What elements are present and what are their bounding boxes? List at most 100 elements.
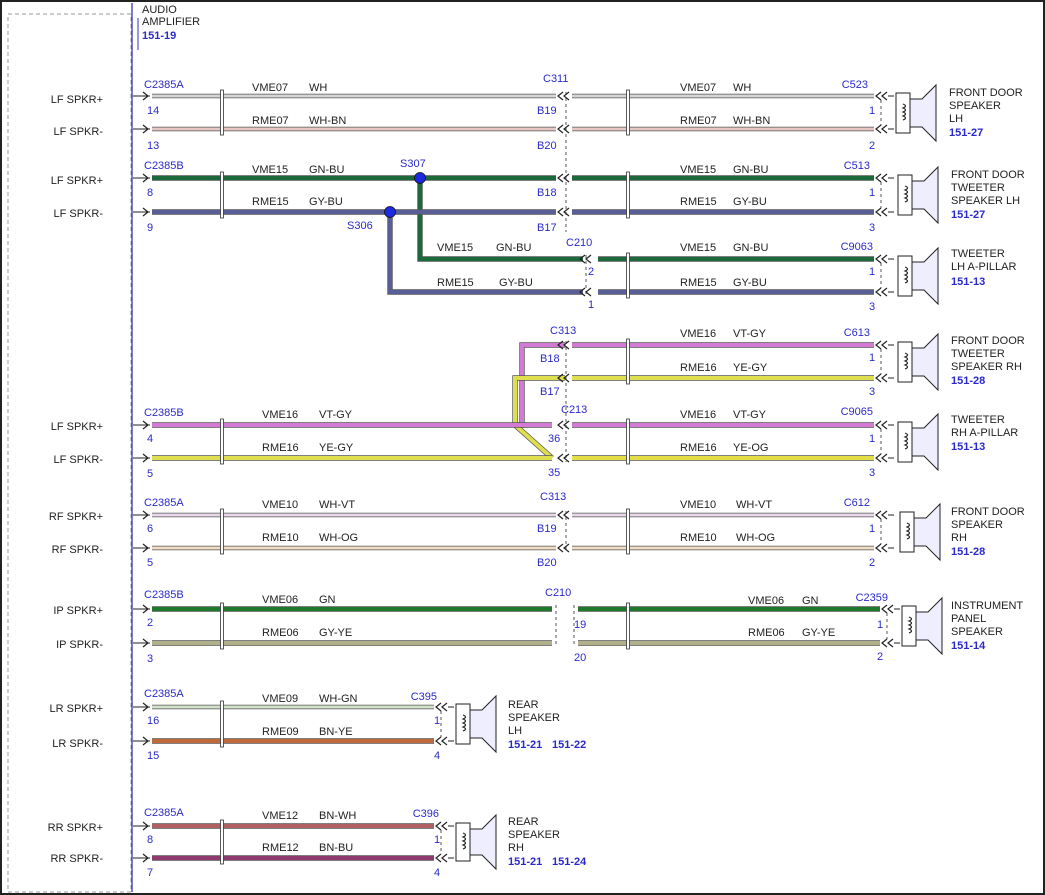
amplifier-ref: 151-19	[142, 30, 176, 42]
pin-number: 16	[147, 715, 159, 727]
wire-break-mark	[220, 171, 224, 219]
pin-number: 1	[869, 523, 875, 535]
pin-arrow	[435, 702, 442, 712]
pin-number: B20	[537, 557, 557, 569]
pin-arrow	[881, 287, 888, 297]
wire-color: VT-GY	[319, 409, 353, 421]
pin-arrow	[557, 124, 564, 134]
connector-label: C2385A	[144, 497, 184, 509]
pin-number: B19	[537, 105, 557, 117]
speaker-ref: 151-21	[508, 739, 542, 751]
wire-break-mark	[626, 338, 630, 385]
wire-circuit: RME10	[262, 532, 299, 544]
speaker-name: TWEETER	[951, 182, 1005, 194]
pin-arrow	[875, 124, 882, 134]
pin-number: 4	[434, 750, 440, 762]
pin-arrow	[881, 340, 888, 350]
pin-number: 19	[574, 619, 586, 631]
speaker-name: SPEAKER	[949, 100, 1001, 112]
speaker-cone	[915, 596, 943, 656]
pin-number: 2	[869, 557, 875, 569]
wire-color: WH	[733, 82, 751, 94]
pin-number: 20	[574, 652, 586, 664]
speaker-ref: 151-28	[951, 375, 985, 387]
speaker-box	[899, 511, 915, 553]
pin-label: LF SPKR+	[51, 94, 103, 106]
speaker-box	[897, 255, 913, 297]
wire-circuit: VME12	[262, 810, 298, 822]
pin-label: LF SPKR-	[53, 208, 103, 220]
pin-arrow	[881, 638, 888, 648]
wire-break-mark	[220, 418, 224, 465]
connector-label: C210	[566, 237, 592, 249]
wire-color: YE-OG	[733, 442, 768, 454]
pin-number: 1	[869, 266, 875, 278]
connector-label: C9065	[841, 406, 873, 418]
wire-color: WH-OG	[736, 532, 775, 544]
pin-number: 1	[869, 187, 875, 199]
pin-arrow	[881, 91, 888, 101]
wire-color: WH-VT	[319, 499, 355, 511]
speaker-name: INSTRUMENT	[951, 600, 1023, 612]
connector-label: C9063	[841, 241, 873, 253]
pin-number: 3	[869, 301, 875, 313]
wire-color: BN-WH	[319, 810, 356, 822]
pin-number: 1	[869, 105, 875, 117]
speaker-cone	[913, 502, 941, 562]
connector-label: C612	[844, 497, 870, 509]
pin-number: 9	[147, 222, 153, 234]
pin-number: 8	[147, 187, 153, 199]
pin-arrow	[557, 173, 564, 183]
speaker-name: PANEL	[951, 613, 986, 625]
speaker-name: RH A-PILLAR	[951, 427, 1018, 439]
pin-arrow	[887, 638, 894, 648]
speaker-name: RH	[508, 842, 524, 854]
pin-number: B17	[537, 222, 557, 234]
speaker-name: FRONT DOOR	[951, 169, 1025, 181]
wire-circuit: RME10	[680, 532, 717, 544]
pin-number: 15	[147, 750, 159, 762]
connector-label: C2385B	[144, 160, 184, 172]
speaker-name: FRONT DOOR	[949, 87, 1023, 99]
pin-number: 4	[147, 433, 153, 445]
wire-circuit: RME15	[437, 277, 474, 289]
speaker-name: RH	[951, 532, 967, 544]
wire-color: GY-BU	[309, 196, 343, 208]
pin-arrow	[875, 420, 882, 430]
speaker-ref: 151-13	[951, 276, 985, 288]
pin-label: LF SPKR+	[51, 175, 103, 187]
pin-number: 1	[877, 619, 883, 631]
wire-break-mark	[626, 171, 630, 219]
speaker-name: SPEAKER	[508, 829, 560, 841]
wire-color: YE-GY	[319, 442, 354, 454]
pin-number: 8	[147, 834, 153, 846]
wire-color: GY-BU	[733, 196, 767, 208]
pin-number: B18	[537, 187, 557, 199]
pin-number: 1	[588, 299, 594, 311]
speaker-box	[897, 341, 913, 383]
amplifier-pin-numbers: 14 13 8 9 4 5 6 5 2 3 16 15 8 7	[147, 105, 159, 879]
connector-label: C2385B	[144, 407, 184, 419]
speaker-ref: 151-27	[949, 127, 983, 139]
pin-arrow	[881, 604, 888, 614]
pin-arrow	[881, 420, 888, 430]
pin-arrow	[881, 124, 888, 134]
wire-circuit: VME16	[680, 328, 716, 340]
wire-color: WH-BN	[733, 115, 770, 127]
connector-label: C2359	[856, 592, 888, 604]
pin-label: RR SPKR-	[50, 853, 103, 865]
pin-number: 35	[548, 467, 560, 479]
pin-arrow	[875, 510, 882, 520]
connector-label: C311	[543, 73, 568, 85]
speaker-name: SPEAKER	[508, 712, 560, 724]
speaker-name: TWEETER	[951, 414, 1005, 426]
connector-label: C213	[561, 404, 587, 416]
wire-color: GY-YE	[802, 627, 835, 639]
speaker-ref: 151-28	[951, 546, 985, 558]
speaker-cone	[469, 813, 497, 871]
connector-label: C313	[540, 491, 566, 503]
wire-circuit: VME16	[262, 409, 298, 421]
wire-color: GN	[319, 594, 336, 606]
pin-arrow	[881, 207, 888, 217]
speaker-box	[901, 605, 917, 647]
